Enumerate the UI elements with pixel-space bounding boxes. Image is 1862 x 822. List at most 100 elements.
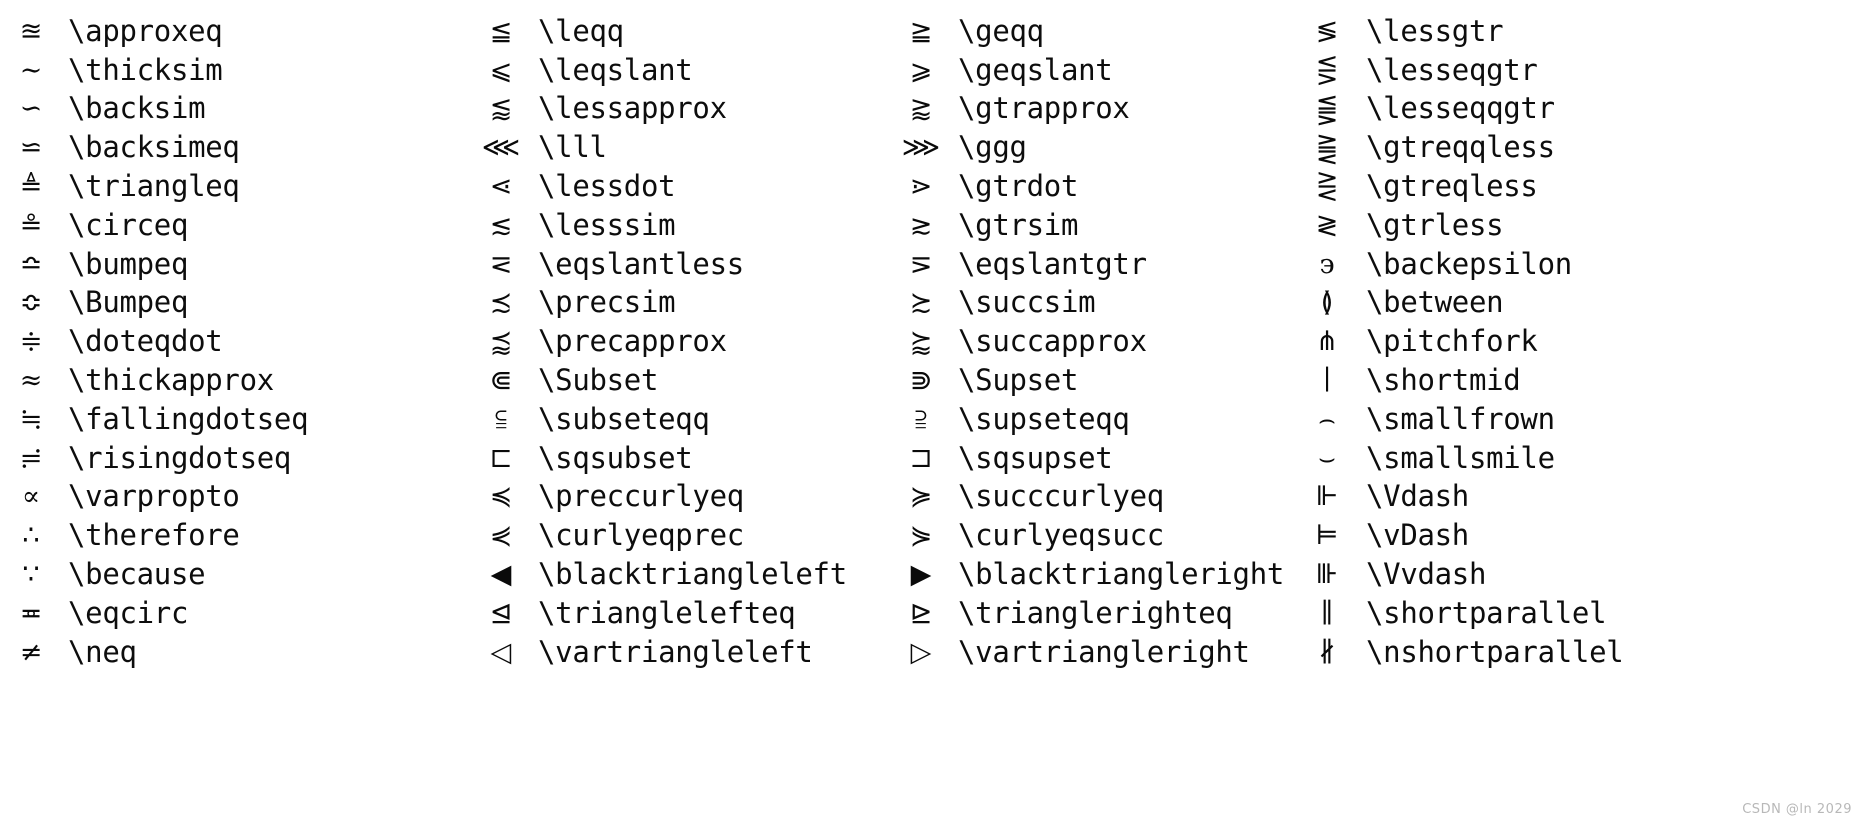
symbol-entry: ≳ \gtrsim <box>880 206 1290 245</box>
math-symbol-glyph: ≶ <box>1315 15 1339 47</box>
math-symbol-glyph: ≿ <box>909 287 933 319</box>
symbol-entry: ⪋ \lesseqqgtr <box>1290 90 1862 129</box>
latex-command-label: \circeq <box>68 207 189 242</box>
symbol-entry: ∼ \thicksim <box>0 51 460 90</box>
latex-command-label: \blacktriangleright <box>958 557 1285 592</box>
math-symbol-glyph: ⋜ <box>489 248 513 280</box>
latex-command-label: \lll <box>538 130 607 165</box>
math-symbol-glyph: ⋗ <box>909 171 933 203</box>
latex-command-label: \doteqdot <box>68 324 223 359</box>
latex-command-label: \Vvdash <box>1366 557 1487 592</box>
math-symbol-glyph: ⋑ <box>909 365 933 397</box>
symbol-entry: ∽ \backsim <box>0 90 460 129</box>
latex-command-label: \succsim <box>958 285 1096 320</box>
watermark: CSDN @ln 2029 <box>1742 802 1852 817</box>
symbol-entry: ≿ \succsim <box>880 284 1290 323</box>
math-symbol-glyph: ⊵ <box>909 597 933 629</box>
latex-command-label: \eqslantless <box>538 246 744 281</box>
latex-command-label: \vDash <box>1366 518 1469 553</box>
math-symbol-glyph: ≈ <box>19 365 43 397</box>
latex-command-label: \eqcirc <box>68 595 189 630</box>
latex-command-label: \lesssim <box>538 207 676 242</box>
symbol-entry: ∴ \therefore <box>0 516 460 555</box>
latex-command-label: \gtrdot <box>958 169 1079 204</box>
math-symbol-glyph: ⫆ <box>915 403 927 435</box>
math-symbol-glyph: ◀ <box>490 559 512 591</box>
latex-command-label: \curlyeqsucc <box>958 518 1164 553</box>
symbol-entry: ≓ \risingdotseq <box>0 439 460 478</box>
symbol-entry: ⋖ \lessdot <box>460 167 880 206</box>
math-symbol-glyph: ⋟ <box>909 520 933 552</box>
symbol-entry: ∦ \nshortparallel <box>1290 633 1862 672</box>
math-symbol-glyph: ⋙ <box>901 132 941 164</box>
math-symbol-glyph: ⌢ <box>1318 403 1336 435</box>
symbol-entry: ≬ \between <box>1290 284 1862 323</box>
latex-command-label: \vartriangleright <box>958 634 1250 669</box>
math-symbol-glyph: ≾ <box>489 287 513 319</box>
latex-command-label: \gtrless <box>1366 207 1504 242</box>
symbol-entry: ⊐ \sqsupset <box>880 439 1290 478</box>
symbol-entry: ⊨ \vDash <box>1290 516 1862 555</box>
latex-command-label: \nshortparallel <box>1366 634 1624 669</box>
symbol-entry: ▷ \vartriangleright <box>880 633 1290 672</box>
latex-command-label: \subseteqq <box>538 401 710 436</box>
latex-command-label: \varpropto <box>68 479 240 514</box>
math-symbol-glyph: ≳ <box>909 209 933 241</box>
math-symbol-glyph: ⋔ <box>1315 326 1339 358</box>
latex-command-label: \succapprox <box>958 324 1147 359</box>
latex-command-label: \lesseqqgtr <box>1366 91 1555 126</box>
symbol-entry: ⩾ \geqslant <box>880 51 1290 90</box>
symbol-entry: ≊ \approxeq <box>0 12 460 51</box>
symbol-entry: ⌢ \smallfrown <box>1290 400 1862 439</box>
symbol-entry: ◀ \blacktriangleleft <box>460 555 880 594</box>
symbol-entry: ≧ \geqq <box>880 12 1290 51</box>
math-symbol-glyph: ∴ <box>22 520 40 552</box>
latex-command-label: \lesseqgtr <box>1366 52 1538 87</box>
latex-command-label: \blacktriangleleft <box>538 557 847 592</box>
symbol-entry: ⋍ \backsimeq <box>0 128 460 167</box>
latex-command-label: \curlyeqprec <box>538 518 744 553</box>
latex-command-label: \ggg <box>958 130 1027 165</box>
math-symbol-glyph: ⫅ <box>495 403 507 435</box>
symbol-entry: ∥ \shortparallel <box>1290 594 1862 633</box>
symbol-entry: ⋛ \gtreqless <box>1290 167 1862 206</box>
symbol-entry: ⪸ \succapprox <box>880 322 1290 361</box>
latex-command-label: \smallsmile <box>1366 440 1555 475</box>
latex-command-label: \lessapprox <box>538 91 727 126</box>
latex-command-label: \smallfrown <box>1366 401 1555 436</box>
math-symbol-glyph: ∵ <box>22 559 40 591</box>
latex-command-label: \thickapprox <box>68 363 274 398</box>
latex-command-label: \gtreqless <box>1366 169 1538 204</box>
symbol-entry: ≦ \leqq <box>460 12 880 51</box>
math-symbol-glyph: ≏ <box>19 248 43 280</box>
latex-command-label: \geqslant <box>958 52 1113 87</box>
symbol-entry: ∵ \because <box>0 555 460 594</box>
latex-command-label: \neq <box>68 634 137 669</box>
symbol-entry: ⊵ \trianglerighteq <box>880 594 1290 633</box>
math-symbol-glyph: ≎ <box>19 287 43 319</box>
latex-command-label: \geqq <box>958 13 1044 48</box>
math-symbol-glyph: ∽ <box>19 93 43 125</box>
latex-command-label: \eqslantgtr <box>958 246 1147 281</box>
latex-command-label: \lessgtr <box>1366 13 1504 48</box>
symbol-entry: ⋔ \pitchfork <box>1290 322 1862 361</box>
latex-command-label: \preccurlyeq <box>538 479 744 514</box>
symbol-entry: ⋙ \ggg <box>880 128 1290 167</box>
math-symbol-glyph: ⋛ <box>1315 171 1339 203</box>
latex-command-label: \precapprox <box>538 324 727 359</box>
symbol-entry: ◁ \vartriangleleft <box>460 633 880 672</box>
symbol-entry: ≷ \gtrless <box>1290 206 1862 245</box>
symbol-entry: ϶ \backepsilon <box>1290 245 1862 284</box>
math-symbol-glyph: ⊴ <box>489 597 513 629</box>
symbol-entry: ⪷ \precapprox <box>460 322 880 361</box>
math-symbol-glyph: ≓ <box>19 442 43 474</box>
latex-command-label: \triangleq <box>68 169 240 204</box>
symbol-entry: ≠ \neq <box>0 633 460 672</box>
symbol-entry: ⪌ \gtreqqless <box>1290 128 1862 167</box>
latex-command-label: \fallingdotseq <box>68 401 309 436</box>
math-symbol-glyph: ∦ <box>1318 636 1336 668</box>
math-symbol-glyph: ∝ <box>21 481 41 513</box>
latex-command-label: \lessdot <box>538 169 676 204</box>
symbol-entry: ⫅ \subseteqq <box>460 400 880 439</box>
math-symbol-glyph: ≖ <box>19 597 43 629</box>
